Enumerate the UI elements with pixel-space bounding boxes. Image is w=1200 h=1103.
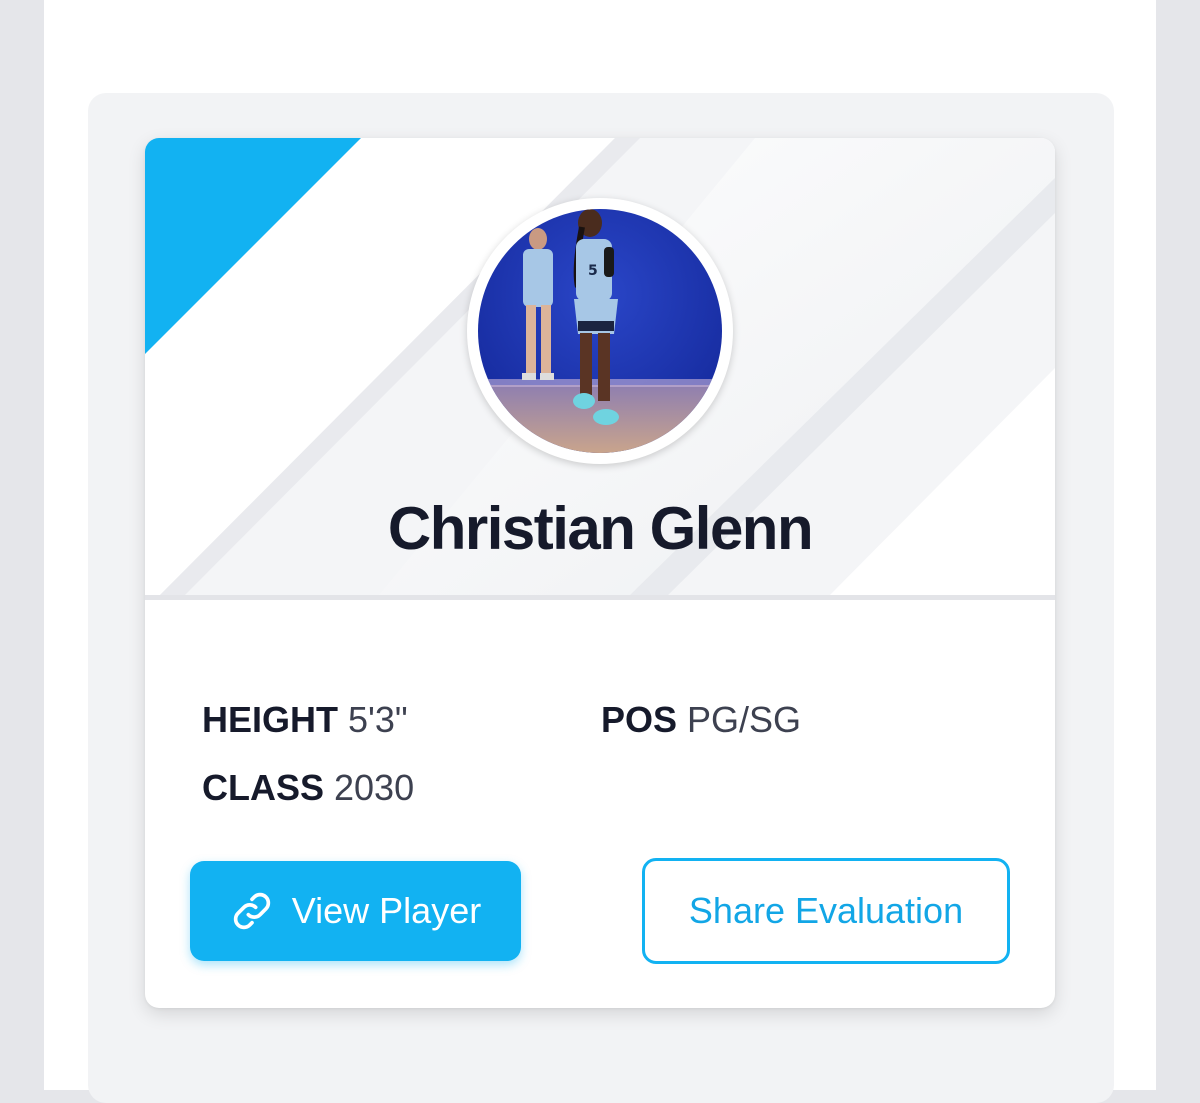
view-player-button[interactable]: View Player bbox=[190, 861, 521, 961]
view-player-label: View Player bbox=[291, 890, 482, 931]
card-header: 5 Christian Glenn bbox=[145, 138, 1055, 600]
stat-height: HEIGHT 5'3" bbox=[202, 699, 408, 741]
stat-class: CLASS 2030 bbox=[202, 767, 414, 809]
stat-class-label: CLASS bbox=[202, 767, 325, 808]
link-icon bbox=[233, 892, 270, 930]
stat-position-label: POS bbox=[601, 699, 678, 740]
stat-height-value: 5'3" bbox=[348, 699, 408, 740]
avatar: 5 bbox=[467, 198, 733, 464]
avatar-photo: 5 bbox=[478, 209, 722, 453]
header-divider bbox=[145, 595, 1055, 600]
svg-text:5: 5 bbox=[588, 263, 598, 279]
stat-height-label: HEIGHT bbox=[202, 699, 339, 740]
share-evaluation-button[interactable]: Share Evaluation bbox=[642, 858, 1010, 964]
stat-class-value: 2030 bbox=[334, 767, 415, 808]
stat-position: POS PG/SG bbox=[601, 699, 801, 741]
player-photo-image: 5 bbox=[478, 209, 722, 453]
stat-position-value: PG/SG bbox=[687, 699, 802, 740]
player-name: Christian Glenn bbox=[387, 495, 814, 562]
share-evaluation-label: Share Evaluation bbox=[688, 890, 964, 931]
player-card: 5 Christian Glenn HEIGHT 5'3" POS PG/SG CL… bbox=[145, 138, 1055, 1008]
